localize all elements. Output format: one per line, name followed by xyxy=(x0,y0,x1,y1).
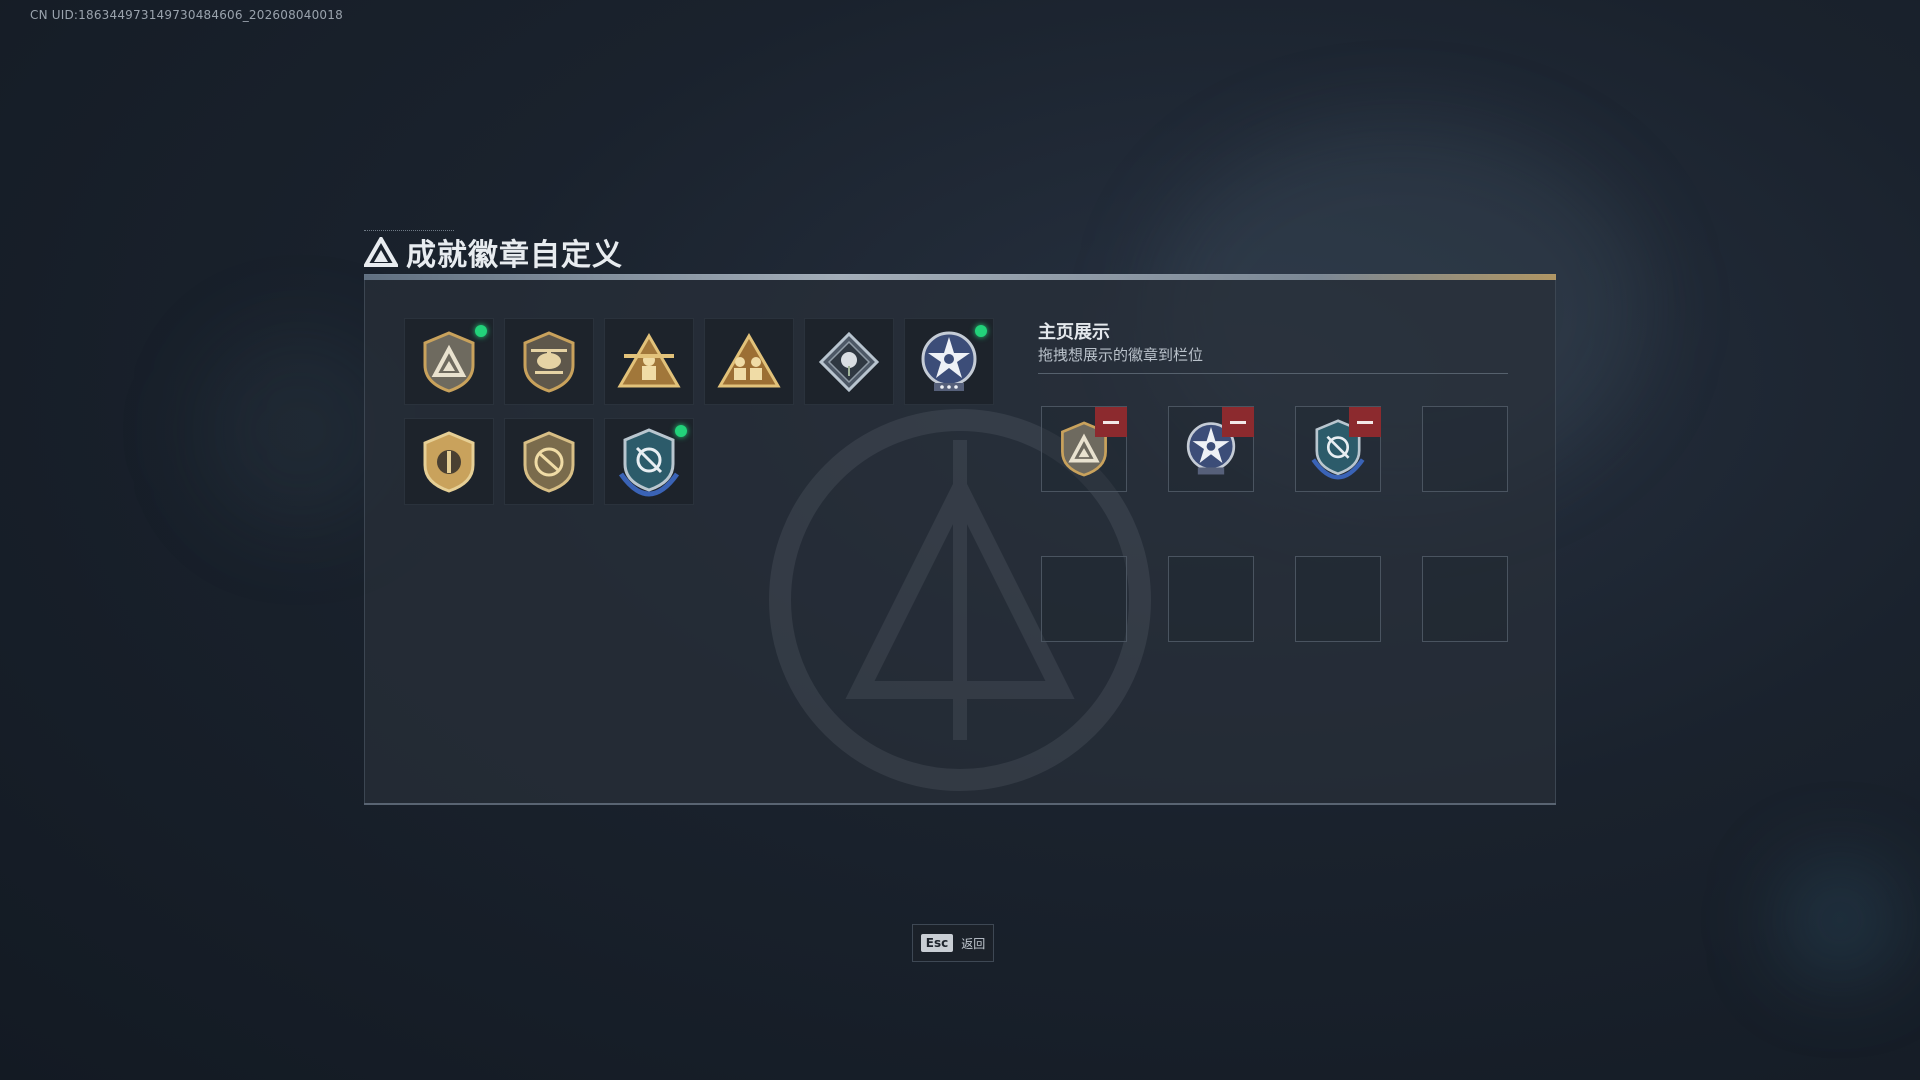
display-slot-6[interactable] xyxy=(1168,556,1254,642)
back-label: 返回 xyxy=(961,936,986,951)
remove-badge-button[interactable] xyxy=(1095,407,1127,437)
display-slot-5[interactable] xyxy=(1041,556,1127,642)
display-slot-1[interactable] xyxy=(1041,406,1127,492)
display-slot-3[interactable] xyxy=(1295,406,1381,492)
shield-no-rifle-badge-icon xyxy=(523,430,575,493)
display-section-title: 主页展示 xyxy=(1038,322,1110,343)
star-medal-badge-icon xyxy=(921,331,977,391)
new-indicator xyxy=(475,325,487,337)
new-indicator xyxy=(675,425,687,437)
diamond-rose-badge-icon xyxy=(818,331,880,392)
panel-bottom-border xyxy=(364,803,1556,805)
helicopter-badge-icon xyxy=(523,330,575,393)
minus-icon xyxy=(1103,420,1119,424)
badge-tile[interactable] xyxy=(404,418,494,505)
badge-tile[interactable] xyxy=(504,318,594,405)
display-slot-2[interactable] xyxy=(1168,406,1254,492)
new-indicator xyxy=(975,325,987,337)
remove-badge-button[interactable] xyxy=(1349,407,1381,437)
page-title: 成就徽章自定义 xyxy=(406,238,623,273)
delta-triangle-logo-icon xyxy=(364,237,398,267)
badge-tile[interactable] xyxy=(504,418,594,505)
shield-triangle-badge-icon xyxy=(423,330,475,393)
blue-shield-wings-badge-icon xyxy=(618,427,680,497)
panel-top-border xyxy=(364,274,1556,280)
badge-tile[interactable] xyxy=(704,318,794,405)
remove-badge-button[interactable] xyxy=(1222,407,1254,437)
badge-tile[interactable] xyxy=(804,318,894,405)
badge-tile[interactable] xyxy=(904,318,994,405)
display-section-hint: 拖拽想展示的徽章到栏位 xyxy=(1038,346,1204,364)
gold-triangle-soldier-badge-icon xyxy=(617,332,681,387)
minus-icon xyxy=(1357,420,1373,424)
uid-text: CN UID:186344973149730484606_20260804001… xyxy=(30,8,343,22)
shield-circle-badge-icon xyxy=(423,430,475,493)
badge-tile[interactable] xyxy=(404,318,494,405)
badge-tile[interactable] xyxy=(604,318,694,405)
display-divider xyxy=(1038,373,1508,374)
esc-key-icon: Esc xyxy=(920,934,954,952)
back-button[interactable]: Esc 返回 xyxy=(912,924,994,962)
badge-tile[interactable] xyxy=(604,418,694,505)
display-slot-7[interactable] xyxy=(1295,556,1381,642)
gold-triangle-squad-badge-icon xyxy=(717,332,781,387)
minus-icon xyxy=(1230,420,1246,424)
display-slot-8[interactable] xyxy=(1422,556,1508,642)
page-header: 成就徽章自定义 xyxy=(364,230,623,274)
display-slot-4[interactable] xyxy=(1422,406,1508,492)
